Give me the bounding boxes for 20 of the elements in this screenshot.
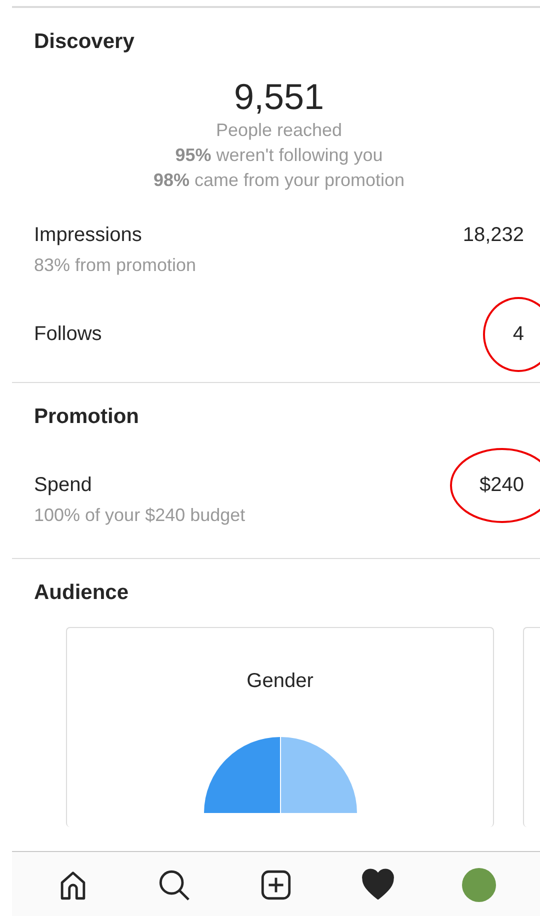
section-title: Discovery — [34, 29, 136, 54]
reach-caption: People reached — [214, 119, 344, 142]
reach-caption: 98% came from your promotion — [152, 169, 406, 192]
reach-count: 9,551 — [232, 76, 326, 118]
heart-icon[interactable] — [360, 868, 395, 902]
search-icon[interactable] — [157, 868, 192, 902]
profile-avatar[interactable] — [462, 868, 496, 902]
metric-value: 18,232 — [462, 224, 524, 246]
plus-square-icon[interactable] — [258, 868, 293, 902]
metric-label: Spend — [34, 474, 92, 496]
metric-note: 100% of your $240 budget — [34, 505, 246, 526]
metric-note: 83% from promotion — [34, 255, 198, 276]
metric-label: Follows — [34, 322, 102, 346]
metric-label: Impressions — [34, 224, 142, 246]
section-title: Audience — [34, 580, 130, 605]
chart-title: Gender — [246, 670, 314, 693]
metric-value: $240 — [480, 474, 524, 496]
metric-value: 4 — [512, 322, 524, 344]
reach-caption: 95% weren't following you — [174, 144, 384, 167]
section-title: Promotion — [34, 404, 140, 429]
